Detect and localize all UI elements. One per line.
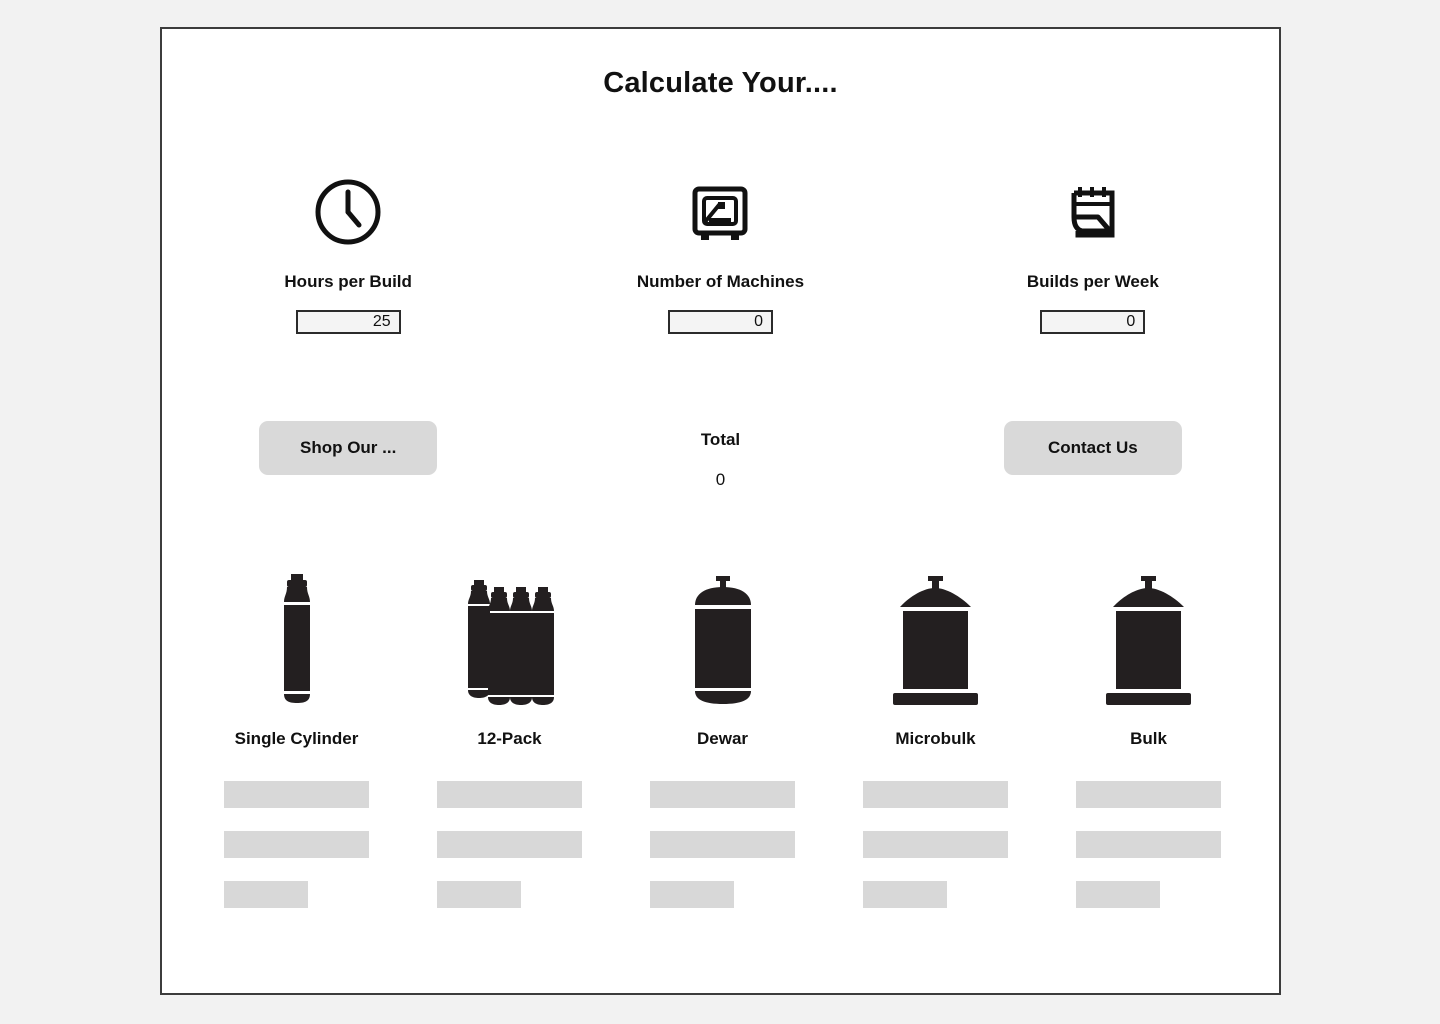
placeholder-bars: [1076, 781, 1221, 908]
metric-hours-per-build: Hours per Build: [162, 174, 534, 334]
placeholder-bar: [437, 781, 582, 808]
product-dewar[interactable]: Dewar: [616, 547, 829, 908]
microbulk-tank-icon: [888, 547, 983, 707]
hours-per-build-input[interactable]: [295, 310, 401, 334]
page-title: Calculate Your....: [603, 67, 838, 99]
placeholder-bar: [1076, 781, 1221, 808]
product-label: Single Cylinder: [234, 729, 359, 748]
placeholder-bars: [863, 781, 1008, 908]
placeholder-bar: [650, 831, 795, 858]
product-bulk[interactable]: Bulk: [1042, 547, 1255, 908]
metric-label: Builds per Week: [1026, 272, 1159, 291]
contact-us-button[interactable]: Contact Us: [1003, 421, 1182, 475]
metrics-row: Hours per Build Number of Machines: [162, 174, 1279, 334]
product-label: Microbulk: [895, 729, 976, 748]
3d-printer-icon: [685, 174, 755, 250]
calculator-panel: Calculate Your.... Hours per Build 25 Nu…: [160, 27, 1281, 995]
product-label: 12-Pack: [477, 729, 542, 748]
placeholder-bar: [650, 881, 734, 908]
product-label: Bulk: [1130, 729, 1167, 748]
builds-per-week-input[interactable]: [1040, 310, 1146, 334]
gas-cylinder-12pack-icon: [460, 547, 560, 707]
contact-cell: Contact Us: [907, 421, 1279, 475]
total-cell: Total 0: [534, 421, 906, 490]
placeholder-bars: [650, 781, 795, 908]
placeholder-bars: [437, 781, 582, 908]
products-row: Single Cylinder 12-Pack Dewar Microbulk …: [190, 547, 1255, 908]
gas-cylinder-single-icon: [267, 547, 327, 707]
placeholder-bar: [1076, 831, 1221, 858]
placeholder-bar: [437, 881, 521, 908]
placeholder-bar: [863, 831, 1008, 858]
placeholder-bars: [224, 781, 369, 908]
clock-icon: [313, 174, 383, 250]
total-value: 0: [715, 470, 726, 489]
actions-row: Shop Our ... Total 0 Contact Us: [162, 421, 1279, 490]
metric-builds-per-week: Builds per Week: [907, 174, 1279, 334]
calendar-icon: [1058, 174, 1128, 250]
placeholder-bar: [224, 831, 369, 858]
product-microbulk[interactable]: Microbulk: [829, 547, 1042, 908]
total-label: Total: [700, 430, 741, 449]
bulk-tank-icon: [1101, 547, 1196, 707]
placeholder-bar: [863, 781, 1008, 808]
shop-our-button[interactable]: Shop Our ...: [259, 421, 438, 475]
metric-number-of-machines: Number of Machines: [534, 174, 906, 334]
placeholder-bar: [863, 881, 947, 908]
metric-label: Number of Machines: [636, 272, 805, 291]
placeholder-bar: [437, 831, 582, 858]
number-of-machines-input[interactable]: [667, 310, 773, 334]
dewar-tank-icon: [683, 547, 763, 707]
app-root: Calculate Your.... Hours per Build 25 Nu…: [0, 0, 1440, 1024]
placeholder-bar: [650, 781, 795, 808]
product-12-pack[interactable]: 12-Pack: [403, 547, 616, 908]
placeholder-bar: [1076, 881, 1160, 908]
product-single-cylinder[interactable]: Single Cylinder: [190, 547, 403, 908]
product-label: Dewar: [696, 729, 749, 748]
metric-label: Hours per Build: [284, 272, 412, 291]
placeholder-bar: [224, 781, 369, 808]
shop-cell: Shop Our ...: [162, 421, 534, 475]
placeholder-bar: [224, 881, 308, 908]
